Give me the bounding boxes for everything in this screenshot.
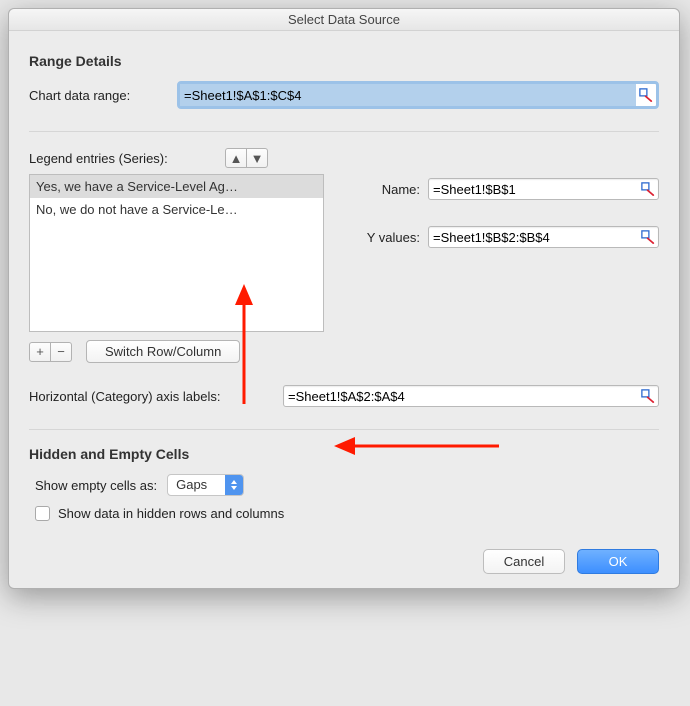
reorder-buttons: ▲ ▼ [225,148,268,168]
range-picker-icon[interactable] [636,84,656,106]
divider [29,131,659,132]
series-name-label: Name: [348,182,428,197]
add-series-button[interactable]: + [29,342,51,362]
series-yvalues-label: Y values: [348,230,428,245]
ok-button[interactable]: OK [577,549,659,574]
show-empty-value: Gaps [168,475,225,495]
axis-labels-input[interactable] [284,386,638,406]
series-name-field-wrap [428,178,659,200]
dialog-title: Select Data Source [9,9,679,31]
show-empty-label: Show empty cells as: [35,478,157,493]
axis-labels-label: Horizontal (Category) axis labels: [29,389,275,404]
plus-icon: + [36,344,44,359]
arrow-up-icon: ▲ [230,151,243,166]
series-yvalues-input[interactable] [429,227,638,247]
legend-entries-label: Legend entries (Series): [29,151,217,166]
switch-row-column-button[interactable]: Switch Row/Column [86,340,240,363]
chart-data-range-input[interactable] [180,84,636,106]
axis-labels-field-wrap [283,385,659,407]
chart-data-range-field-wrap [177,81,659,109]
select-data-source-dialog: Select Data Source Range Details Chart d… [8,8,680,589]
series-name-input[interactable] [429,179,638,199]
stepper-arrows-icon [225,475,243,495]
chart-data-range-label: Chart data range: [29,88,169,103]
divider [29,429,659,430]
list-item[interactable]: No, we do not have a Service-Le… [30,198,323,221]
arrow-down-icon: ▼ [251,151,264,166]
range-picker-icon[interactable] [638,386,658,406]
move-down-button[interactable]: ▼ [246,148,268,168]
add-remove-buttons: + − [29,342,72,362]
range-details-heading: Range Details [29,53,659,69]
series-yvalues-field-wrap [428,226,659,248]
range-picker-icon[interactable] [638,227,658,247]
range-picker-icon[interactable] [638,179,658,199]
cancel-button[interactable]: Cancel [483,549,565,574]
hidden-empty-heading: Hidden and Empty Cells [29,446,659,462]
show-hidden-label: Show data in hidden rows and columns [58,506,284,521]
minus-icon: − [57,344,65,359]
series-listbox[interactable]: Yes, we have a Service-Level Ag… No, we … [29,174,324,332]
move-up-button[interactable]: ▲ [225,148,247,168]
show-hidden-checkbox[interactable] [35,506,50,521]
list-item[interactable]: Yes, we have a Service-Level Ag… [30,175,323,198]
show-empty-select[interactable]: Gaps [167,474,244,496]
remove-series-button[interactable]: − [50,342,72,362]
